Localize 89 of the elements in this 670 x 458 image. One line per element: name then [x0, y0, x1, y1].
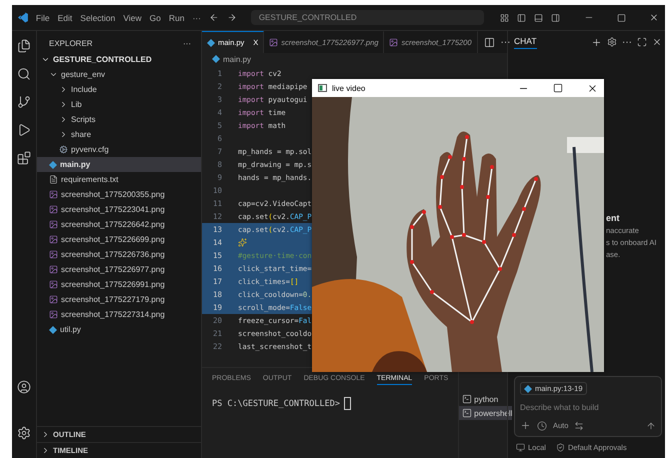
forward-icon[interactable]: [226, 12, 237, 23]
send-icon[interactable]: [646, 420, 656, 430]
account-icon[interactable]: [17, 380, 31, 394]
branch-icon[interactable]: [17, 95, 31, 109]
secondary-sidebar-icon[interactable]: [551, 12, 560, 22]
close-icon[interactable]: [587, 82, 598, 94]
terminal-cursor: [344, 397, 351, 410]
tree-item[interactable]: screenshot_1775227314.png: [37, 307, 201, 322]
folder-item[interactable]: gesture_env: [37, 67, 201, 82]
close-icon[interactable]: [652, 37, 662, 47]
swap-icon[interactable]: [574, 420, 584, 430]
image-file-icon: [49, 310, 58, 319]
tree-item[interactable]: screenshot_1775226736.png: [37, 247, 201, 262]
add-icon[interactable]: [520, 420, 531, 431]
terminal-icon: [462, 394, 472, 404]
image-file-icon: [49, 235, 58, 244]
terminal-icon: [462, 408, 472, 418]
menu-item[interactable]: Run: [168, 12, 184, 22]
settings-icon[interactable]: [607, 37, 617, 47]
menu-item[interactable]: Selection: [80, 12, 116, 22]
split-editor-icon[interactable]: [484, 36, 495, 48]
tree-item[interactable]: screenshot_1775226977.png: [37, 262, 201, 277]
terminal-item[interactable]: python: [459, 392, 512, 406]
tree-item[interactable]: screenshot_1775226991.png: [37, 277, 201, 292]
menu-item[interactable]: Edit: [58, 12, 72, 22]
layout-icon[interactable]: [500, 12, 510, 22]
tree-item[interactable]: screenshot_1775200355.png: [37, 187, 201, 202]
chat-heading: ent: [606, 213, 620, 223]
panel-toggle-icon[interactable]: [534, 12, 544, 22]
search-field[interactable]: GESTURE_CONTROLLED: [250, 10, 484, 25]
menu-item[interactable]: Go: [150, 12, 161, 22]
gear-file-icon: [59, 145, 68, 154]
menu-item[interactable]: ···: [192, 12, 201, 22]
window-title: live video: [332, 84, 366, 92]
image-file-icon: [49, 220, 58, 229]
maximize-icon[interactable]: [553, 83, 563, 93]
tree-item[interactable]: screenshot_1775223041.png: [37, 202, 201, 217]
python-file-icon: [524, 384, 532, 392]
maximize-icon[interactable]: [637, 37, 647, 47]
breadcrumb[interactable]: main.py: [223, 54, 252, 64]
more-button[interactable]: ···: [183, 39, 191, 48]
menu-item[interactable]: File: [36, 12, 50, 22]
tree-item[interactable]: pyvenv.cfg: [37, 142, 201, 157]
extensions-icon[interactable]: [17, 151, 31, 165]
image-file-icon: [49, 265, 58, 274]
image-file-icon: [389, 38, 398, 47]
shield-icon: [556, 443, 565, 452]
sidebar-toggle-icon[interactable]: [517, 12, 526, 22]
python-file-icon: [207, 38, 215, 46]
more-button[interactable]: ···: [500, 36, 511, 48]
terminal-prompt: PS C:\GESTURE_CONTROLLED>: [212, 398, 340, 408]
explorer-title: EXPLORER: [49, 39, 93, 48]
files-icon[interactable]: [17, 39, 31, 53]
terminal-item[interactable]: powershell: [459, 406, 512, 420]
run-icon[interactable]: [17, 123, 31, 137]
folder-item[interactable]: Include: [37, 82, 201, 97]
clock-icon[interactable]: [537, 420, 547, 430]
text-file-icon: [49, 175, 58, 184]
python-file-icon: [49, 160, 57, 168]
folder-item[interactable]: Lib: [37, 97, 201, 112]
image-file-icon: [49, 295, 58, 304]
image-file-icon: [49, 190, 58, 199]
search-icon[interactable]: [17, 67, 31, 81]
image-file-icon: [49, 250, 58, 259]
window-icon: [318, 84, 327, 92]
back-icon[interactable]: [208, 12, 219, 23]
tree-item[interactable]: screenshot_1775227179.png: [37, 292, 201, 307]
app-logo-icon: [18, 12, 28, 23]
chat-tab[interactable]: CHAT: [514, 36, 537, 48]
python-file-icon: [49, 326, 57, 334]
python-file-icon: [212, 55, 220, 63]
monitor-icon: [516, 443, 525, 452]
settings-icon[interactable]: [17, 426, 31, 440]
folder-item[interactable]: share: [37, 127, 201, 142]
menu-item[interactable]: View: [123, 12, 142, 22]
tree-item[interactable]: screenshot_1775226699.png: [37, 232, 201, 247]
close-icon[interactable]: [649, 12, 659, 23]
more-button[interactable]: ···: [622, 36, 632, 48]
new-chat-icon[interactable]: [591, 36, 602, 48]
image-file-icon: [269, 38, 278, 47]
chat-input-field[interactable]: Describe what to build: [520, 403, 656, 412]
tree-item[interactable]: main.py: [37, 157, 201, 172]
tree-item[interactable]: util.py: [37, 322, 201, 337]
folder-item[interactable]: GESTURE_CONTROLLED: [37, 52, 201, 67]
folder-item[interactable]: Scripts: [37, 112, 201, 127]
image-file-icon: [49, 280, 58, 289]
tree-item[interactable]: screenshot_1775226642.png: [37, 217, 201, 232]
image-file-icon: [49, 205, 58, 214]
tree-item[interactable]: requirements.txt: [37, 172, 201, 187]
